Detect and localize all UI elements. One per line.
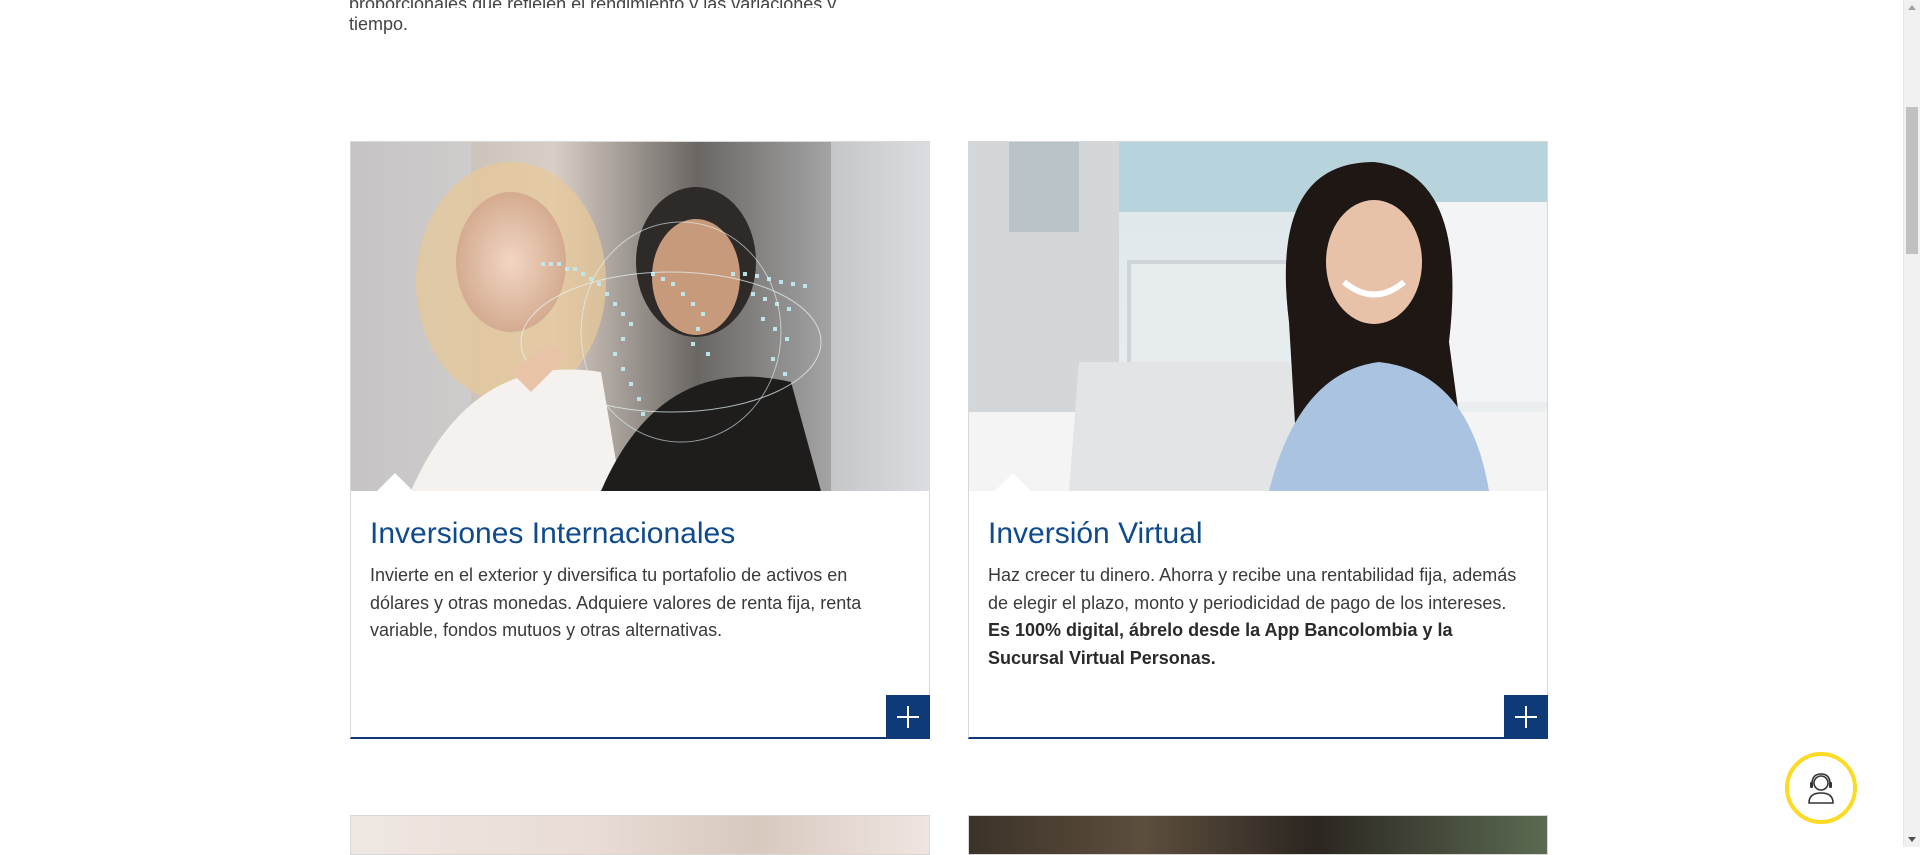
card-international-investments: Inversiones Internacionales Invierte en … <box>350 141 930 739</box>
card-virtual-investment: Inversión Virtual Haz crecer tu dinero. … <box>968 141 1548 739</box>
card-title[interactable]: Inversiones Internacionales <box>370 516 735 552</box>
card-description-highlight: Es 100% digital, ábrelo desde la App Ban… <box>988 620 1453 668</box>
page-scrollbar[interactable] <box>1903 0 1920 847</box>
photo-notch <box>995 473 1031 491</box>
intro-text: proporcionales que reflejen el rendimien… <box>349 0 1249 40</box>
plus-icon[interactable] <box>1504 695 1548 739</box>
plus-icon[interactable] <box>886 695 930 739</box>
scroll-thumb[interactable] <box>1906 107 1918 254</box>
world-map-touch-photo <box>351 142 929 491</box>
chat-support-button[interactable] <box>1785 752 1857 824</box>
card-title[interactable]: Inversión Virtual <box>988 516 1203 552</box>
next-card-photo <box>968 815 1548 855</box>
scroll-up-icon[interactable] <box>1908 5 1916 10</box>
card-description-text: Haz crecer tu dinero. Ahorra y recibe un… <box>988 565 1517 613</box>
photo-notch <box>377 473 413 491</box>
intro-tail-word: tiempo. <box>349 14 409 34</box>
support-agent-icon <box>1808 773 1834 804</box>
woman-laptop-photo <box>969 142 1547 491</box>
next-card-photo <box>350 815 930 855</box>
card-description: Invierte en el exterior y diversifica tu… <box>370 565 862 640</box>
card-description: Haz crecer tu dinero. Ahorra y recibe un… <box>988 562 1528 672</box>
scroll-down-icon[interactable] <box>1908 837 1916 842</box>
intro-cut-line: proporcionales que reflejen el rendimien… <box>349 0 1249 8</box>
